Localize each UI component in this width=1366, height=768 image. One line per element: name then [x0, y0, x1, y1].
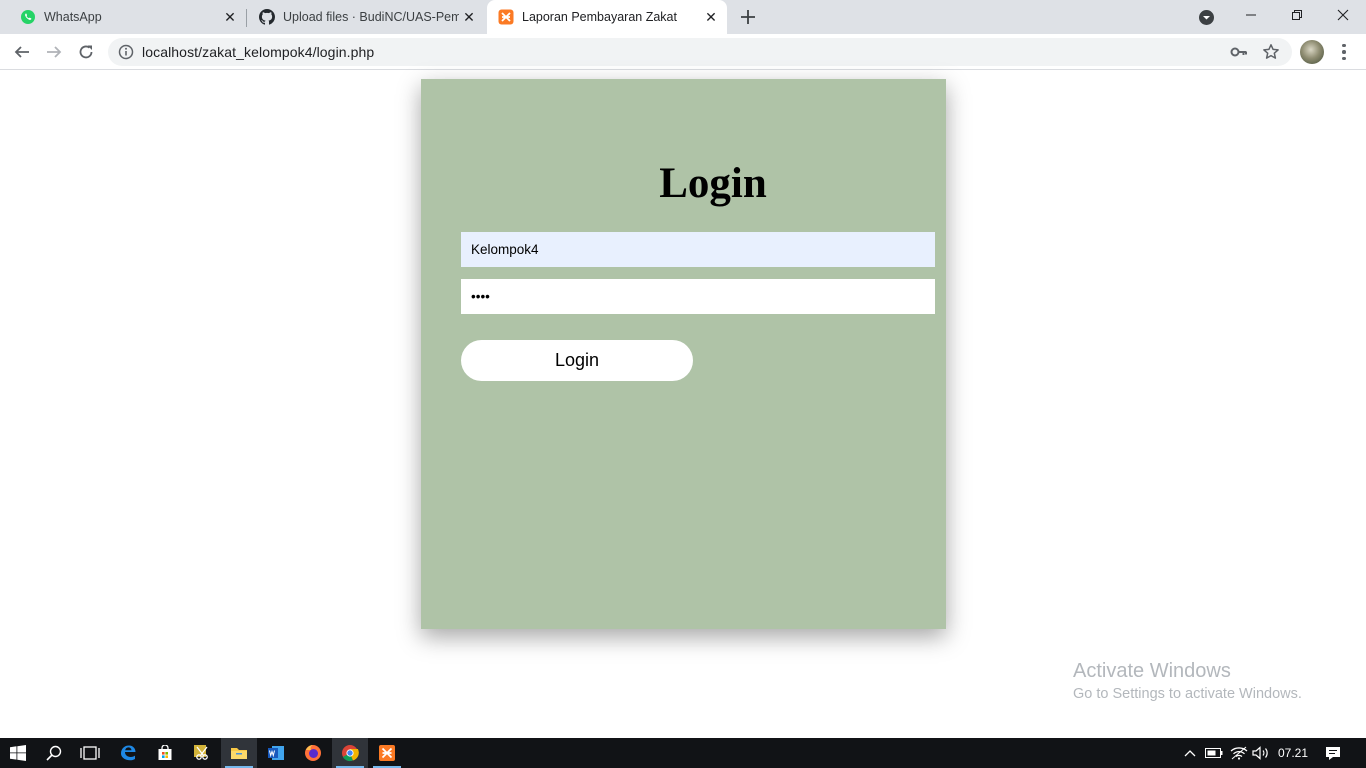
reload-button[interactable]	[75, 41, 97, 63]
profile-avatar[interactable]	[1300, 40, 1324, 64]
username-field[interactable]	[461, 232, 935, 267]
login-button[interactable]: Login	[461, 340, 693, 381]
login-title: Login	[659, 160, 767, 207]
forward-button[interactable]	[43, 41, 65, 63]
show-hidden-icons-icon[interactable]	[1180, 738, 1200, 768]
key-icon[interactable]	[1230, 44, 1248, 60]
bookmark-star-icon[interactable]	[1262, 43, 1280, 61]
store-button[interactable]	[147, 738, 183, 768]
site-info-icon[interactable]	[118, 44, 134, 60]
back-arrow-icon	[14, 46, 29, 58]
tab-github[interactable]: Upload files · BudiNC/UAS-Pemrograman ✕	[247, 0, 485, 34]
whatsapp-icon	[20, 9, 36, 25]
url-text[interactable]: localhost/zakat_kelompok4/login.php	[142, 44, 374, 60]
action-center-icon[interactable]	[1322, 738, 1344, 768]
xampp-icon	[498, 9, 514, 25]
snipping-tool-icon	[194, 745, 208, 760]
xampp-icon	[379, 745, 395, 761]
plus-icon	[741, 10, 755, 24]
tab-whatsapp[interactable]: WhatsApp ✕	[0, 0, 246, 34]
activate-windows-watermark: Activate Windows Go to Settings to activ…	[1073, 660, 1302, 702]
github-icon	[259, 9, 275, 25]
tab-title: WhatsApp	[44, 10, 102, 24]
edge-icon	[121, 745, 136, 761]
start-icon	[10, 745, 26, 761]
start-button[interactable]	[0, 738, 36, 768]
firefox-icon	[305, 745, 321, 761]
network-icon[interactable]	[1228, 738, 1250, 768]
new-tab-button[interactable]	[737, 6, 759, 28]
search-button[interactable]	[36, 738, 72, 768]
chrome-button[interactable]	[332, 738, 368, 768]
tab-strip: WhatsApp ✕ Upload files · BudiNC/UAS-Pem…	[0, 0, 1366, 34]
taskbar-clock[interactable]: 07.21	[1268, 738, 1318, 768]
word-icon	[268, 746, 284, 760]
watermark-subtitle: Go to Settings to activate Windows.	[1073, 686, 1302, 702]
task-view-icon	[80, 746, 100, 760]
tab-search-icon[interactable]	[1198, 9, 1215, 26]
close-window-button[interactable]	[1320, 0, 1366, 30]
restore-button[interactable]	[1274, 0, 1320, 30]
battery-icon[interactable]	[1203, 738, 1225, 768]
close-tab-icon[interactable]: ✕	[461, 9, 477, 25]
chrome-icon	[342, 745, 359, 762]
close-tab-icon[interactable]: ✕	[222, 9, 238, 25]
minimize-button[interactable]	[1228, 0, 1274, 30]
word-button[interactable]	[258, 738, 294, 768]
tab-title: Upload files · BudiNC/UAS-Pemrograman	[283, 10, 459, 24]
minimize-icon	[1246, 14, 1256, 16]
firefox-button[interactable]	[295, 738, 331, 768]
store-icon	[158, 745, 172, 760]
restore-icon	[1292, 10, 1302, 20]
password-field[interactable]	[461, 279, 935, 314]
file-explorer-icon	[231, 748, 247, 759]
windows-taskbar: 07.21	[0, 738, 1366, 768]
file-explorer-button[interactable]	[221, 738, 257, 768]
browser-menu-icon[interactable]	[1334, 42, 1354, 62]
xampp-button[interactable]	[369, 738, 405, 768]
snipping-tool-button[interactable]	[184, 738, 220, 768]
tab-title: Laporan Pembayaran Zakat	[522, 10, 677, 24]
search-icon	[46, 745, 62, 761]
forward-arrow-icon	[47, 46, 62, 58]
address-bar[interactable]: localhost/zakat_kelompok4/login.php	[108, 38, 1292, 66]
task-view-button[interactable]	[72, 738, 108, 768]
edge-button[interactable]	[110, 738, 146, 768]
close-icon	[1337, 9, 1349, 21]
close-tab-icon[interactable]: ✕	[703, 9, 719, 25]
back-button[interactable]	[11, 41, 33, 63]
browser-toolbar: localhost/zakat_kelompok4/login.php	[0, 34, 1366, 70]
watermark-title: Activate Windows	[1073, 660, 1231, 682]
page-content: Login Login Activate Windows Go to Setti…	[0, 71, 1366, 738]
login-card: Login Login	[421, 79, 946, 629]
reload-icon	[79, 45, 93, 59]
tab-laporan-zakat[interactable]: Laporan Pembayaran Zakat ✕	[487, 0, 727, 34]
